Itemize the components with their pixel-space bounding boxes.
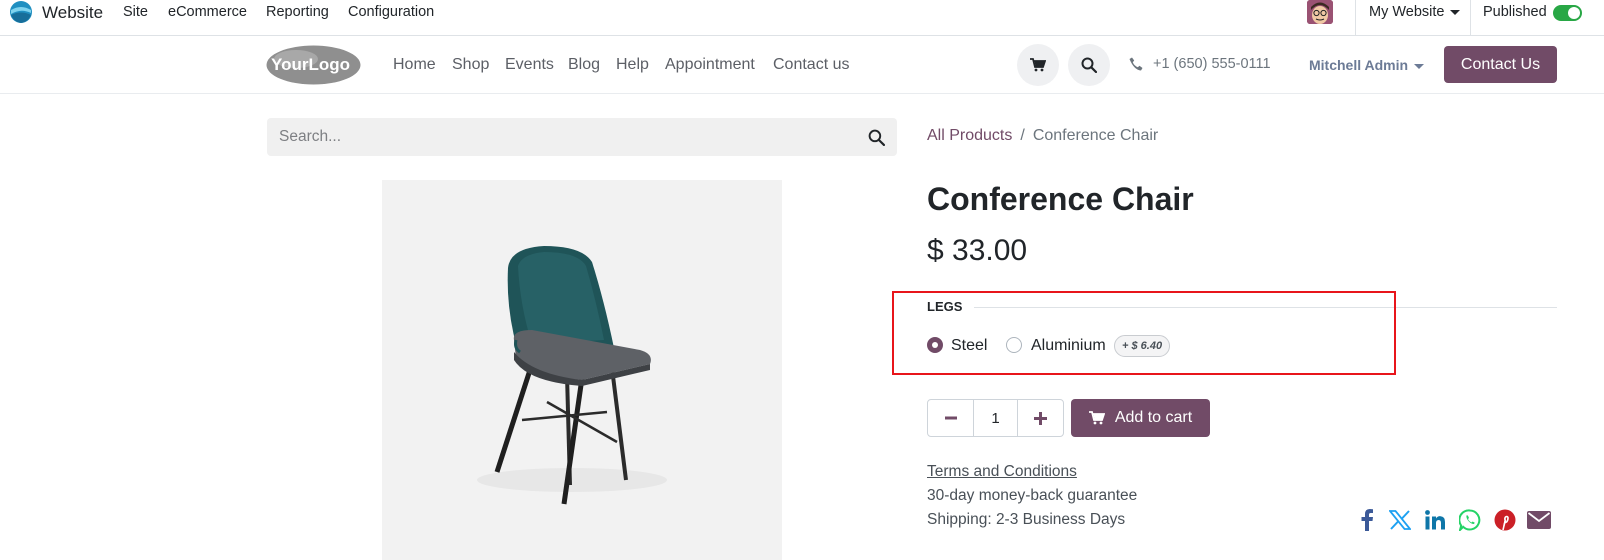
website-app-icon[interactable] [8, 0, 34, 24]
facebook-icon[interactable] [1354, 507, 1380, 533]
breadcrumb-separator: / [1020, 127, 1025, 144]
cart-icon [1088, 411, 1105, 425]
pinterest-icon[interactable] [1492, 507, 1518, 533]
nav-contact-us[interactable]: Contact us [773, 56, 849, 74]
menu-reporting[interactable]: Reporting [266, 4, 329, 20]
product-search [267, 118, 897, 156]
terms-link[interactable]: Terms and Conditions [927, 463, 1077, 481]
menu-ecommerce[interactable]: eCommerce [168, 4, 247, 20]
breadcrumb-all-products[interactable]: All Products [927, 127, 1012, 144]
nav-shop[interactable]: Shop [452, 56, 489, 74]
menu-configuration[interactable]: Configuration [348, 4, 434, 20]
minus-icon [944, 416, 957, 420]
breadcrumb-current: Conference Chair [1032, 127, 1159, 144]
published-label: Published [1483, 4, 1547, 20]
chevron-down-icon [1450, 9, 1461, 15]
phone-icon [1129, 57, 1143, 71]
navbar-divider [1355, 0, 1356, 36]
plus-icon [1034, 411, 1047, 425]
email-icon[interactable] [1526, 507, 1552, 533]
add-to-cart-button[interactable]: Add to cart [1071, 399, 1210, 437]
quantity-stepper: 1 [927, 399, 1064, 437]
website-switcher-label: My Website [1369, 4, 1445, 20]
nav-events[interactable]: Events [505, 56, 554, 74]
add-to-cart-label: Add to cart [1114, 409, 1193, 426]
logo-text: YourLogo [271, 55, 350, 74]
cart-button[interactable] [1017, 44, 1059, 86]
linkedin-icon[interactable] [1422, 507, 1448, 533]
nav-appointment[interactable]: Appointment [665, 56, 755, 74]
nav-home[interactable]: Home [393, 56, 436, 74]
search-icon [1081, 57, 1097, 73]
published-toggle[interactable] [1553, 5, 1582, 21]
product-image[interactable] [382, 180, 782, 560]
user-menu[interactable]: Mitchell Admin [1309, 57, 1425, 73]
avatar-icon [1307, 0, 1333, 24]
search-input[interactable] [279, 118, 839, 156]
user-name: Mitchell Admin [1309, 57, 1409, 73]
menu-site[interactable]: Site [123, 4, 148, 20]
app-name[interactable]: Website [42, 3, 103, 23]
shipping-text: Shipping: 2-3 Business Days [927, 511, 1126, 528]
nav-help[interactable]: Help [616, 56, 649, 74]
guarantee-text: 30-day money-back guarantee [927, 487, 1138, 504]
chevron-down-icon [1414, 63, 1425, 69]
header-search-button[interactable] [1068, 44, 1110, 86]
highlight-annotation-box [892, 291, 1396, 375]
search-submit-button[interactable] [863, 125, 889, 149]
user-avatar[interactable] [1307, 0, 1333, 24]
your-logo[interactable]: YourLogo [266, 45, 361, 85]
increase-quantity-button[interactable] [1018, 400, 1063, 436]
phone-number[interactable]: +1 (650) 555-0111 [1153, 56, 1271, 72]
nav-blog[interactable]: Blog [568, 56, 600, 74]
website-header: YourLogo Home Shop Events Blog Help Appo… [0, 36, 1604, 94]
product-title: Conference Chair [927, 181, 1194, 217]
breadcrumb: All Products / Conference Chair [927, 127, 1158, 145]
contact-us-button[interactable]: Contact Us [1444, 46, 1557, 83]
x-twitter-icon[interactable] [1387, 507, 1413, 533]
admin-navbar: Website Site eCommerce Reporting Configu… [0, 0, 1604, 36]
decrease-quantity-button[interactable] [928, 400, 973, 436]
product-price: $ 33.00 [927, 234, 1028, 267]
website-switcher[interactable]: My Website [1369, 4, 1461, 20]
quantity-input[interactable]: 1 [973, 400, 1018, 436]
navbar-divider [1470, 0, 1471, 36]
search-icon [868, 129, 885, 146]
cart-icon [1030, 58, 1046, 72]
chair-image [477, 246, 667, 505]
whatsapp-icon[interactable] [1457, 507, 1483, 533]
